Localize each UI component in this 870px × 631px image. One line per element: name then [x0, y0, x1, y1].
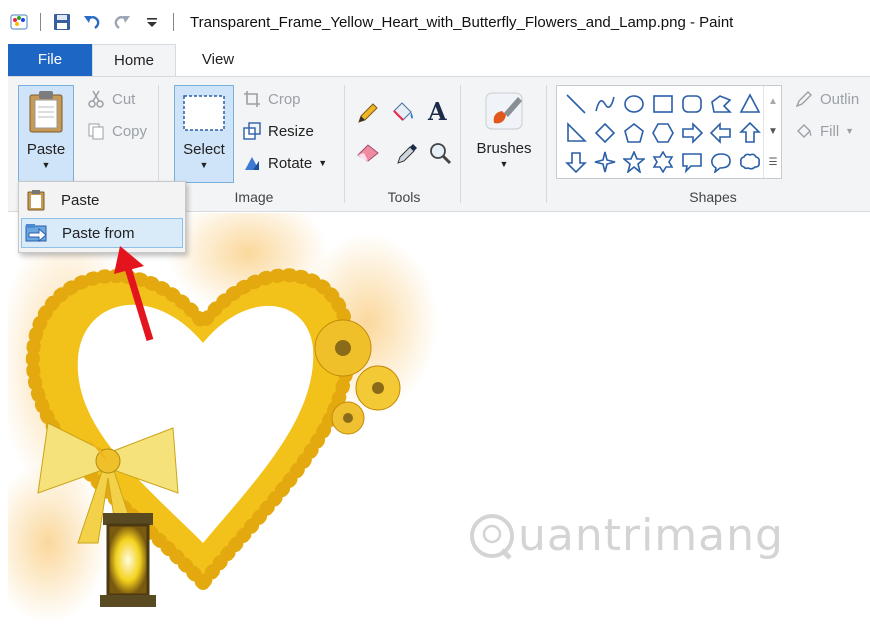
rounded-rectangle-shape-icon[interactable]	[677, 89, 706, 118]
right-triangle-shape-icon[interactable]	[561, 118, 590, 147]
resize-label: Resize	[268, 122, 314, 140]
outline-pencil-icon	[794, 89, 814, 109]
undo-icon[interactable]	[81, 11, 103, 33]
rotate-label: Rotate	[268, 154, 313, 172]
paste-from-file-icon	[22, 218, 52, 248]
tab-home[interactable]: Home	[92, 44, 176, 76]
scroll-down-icon[interactable]: ▼	[768, 126, 778, 137]
resize-icon	[242, 121, 262, 141]
save-icon[interactable]	[51, 11, 73, 33]
copy-button[interactable]: Copy	[86, 121, 147, 141]
lamp	[100, 513, 156, 607]
quick-access-toolbar	[0, 0, 184, 44]
pencil-icon[interactable]	[356, 101, 380, 128]
hexagon-shape-icon[interactable]	[648, 118, 677, 147]
color-picker-icon[interactable]	[396, 141, 418, 168]
rectangle-shape-icon[interactable]	[648, 89, 677, 118]
copy-label: Copy	[112, 122, 148, 140]
cut-button[interactable]: Cut	[86, 89, 135, 109]
window-title: Transparent_Frame_Yellow_Heart_with_Butt…	[190, 13, 734, 31]
brush-icon	[482, 89, 526, 136]
magnifier-icon[interactable]	[428, 141, 452, 168]
four-point-star-shape-icon[interactable]	[590, 147, 619, 176]
group-divider	[546, 85, 547, 203]
menu-item-paste-from-label: Paste from	[62, 224, 135, 242]
eraser-icon[interactable]	[356, 141, 382, 166]
crop-label: Crop	[268, 90, 301, 108]
shapes-grid	[561, 89, 764, 176]
customize-toolbar-icon[interactable]	[141, 11, 163, 33]
ribbon-tabs: File Home View	[0, 44, 870, 76]
brushes-button[interactable]: Brushes ▼	[470, 85, 538, 183]
left-arrow-shape-icon[interactable]	[706, 118, 735, 147]
group-divider	[344, 85, 345, 203]
expand-gallery-icon[interactable]: ☰	[769, 157, 778, 168]
chevron-down-icon: ▼	[499, 159, 509, 169]
outline-button[interactable]: Outlin	[794, 89, 859, 109]
heart-frame-image	[0, 193, 438, 623]
cloud-callout-shape-icon[interactable]	[735, 147, 764, 176]
select-button[interactable]: Select ▼	[174, 85, 234, 183]
fill-bucket-icon[interactable]	[390, 99, 416, 128]
tab-file[interactable]: File	[8, 44, 92, 76]
scissors-icon	[86, 89, 106, 109]
toolbar-divider	[173, 13, 174, 31]
right-arrow-shape-icon[interactable]	[677, 118, 706, 147]
curve-shape-icon[interactable]	[590, 89, 619, 118]
shapes-group-label: Shapes	[689, 189, 737, 205]
fill-label: Fill	[820, 122, 840, 140]
rotate-button[interactable]: Rotate ▼	[242, 153, 327, 173]
watermark: uantrimang	[468, 510, 784, 561]
watermark-logo-icon	[470, 513, 514, 560]
paste-label: Paste	[26, 141, 66, 158]
paste-button[interactable]: Paste ▼	[18, 85, 74, 183]
menu-item-paste[interactable]: Paste	[21, 185, 183, 215]
polygon-shape-icon[interactable]	[706, 89, 735, 118]
diamond-shape-icon[interactable]	[590, 118, 619, 147]
tab-view[interactable]: View	[176, 44, 260, 76]
tools-group-label: Tools	[387, 189, 421, 205]
image-group-label: Image	[234, 189, 274, 205]
paint-app-icon[interactable]	[8, 11, 30, 33]
six-point-star-shape-icon[interactable]	[648, 147, 677, 176]
pentagon-shape-icon[interactable]	[619, 118, 648, 147]
title-bar: Transparent_Frame_Yellow_Heart_with_Butt…	[0, 0, 870, 44]
cut-label: Cut	[112, 90, 136, 108]
crop-button[interactable]: Crop	[242, 89, 301, 109]
rectangular-callout-shape-icon[interactable]	[677, 147, 706, 176]
crop-icon	[242, 89, 262, 109]
up-arrow-shape-icon[interactable]	[735, 118, 764, 147]
chevron-down-icon: ▼	[318, 158, 328, 168]
select-label: Select	[183, 141, 225, 158]
menu-item-paste-label: Paste	[61, 191, 100, 209]
fill-button[interactable]: Fill ▼	[794, 121, 854, 141]
shapes-scrollbar[interactable]: ▲ ▼ ☰	[763, 86, 782, 178]
shapes-gallery: ▲ ▼ ☰	[556, 85, 782, 179]
text-tool-icon[interactable]: A	[428, 97, 447, 126]
clipboard-icon	[27, 90, 65, 137]
five-point-star-shape-icon[interactable]	[619, 147, 648, 176]
group-divider	[460, 85, 461, 203]
select-rectangle-icon	[182, 94, 226, 135]
copy-icon	[86, 121, 106, 141]
triangle-shape-icon[interactable]	[735, 89, 764, 118]
chevron-down-icon: ▼	[41, 160, 51, 170]
oval-callout-shape-icon[interactable]	[706, 147, 735, 176]
red-pointer-arrow	[114, 246, 154, 342]
rotate-icon	[242, 153, 262, 173]
redo-icon[interactable]	[111, 11, 133, 33]
watermark-text: uantrimang	[518, 510, 784, 561]
outline-label: Outlin	[820, 90, 860, 108]
oval-shape-icon[interactable]	[619, 89, 648, 118]
scroll-up-icon[interactable]: ▲	[768, 96, 778, 107]
toolbar-divider	[40, 13, 41, 31]
clipboard-small-icon	[21, 185, 51, 215]
brushes-label: Brushes	[476, 140, 532, 157]
down-arrow-shape-icon[interactable]	[561, 147, 590, 176]
line-shape-icon[interactable]	[561, 89, 590, 118]
fill-bucket-small-icon	[794, 121, 814, 141]
chevron-down-icon: ▼	[199, 160, 209, 170]
resize-button[interactable]: Resize	[242, 121, 314, 141]
chevron-down-icon: ▼	[845, 126, 855, 136]
